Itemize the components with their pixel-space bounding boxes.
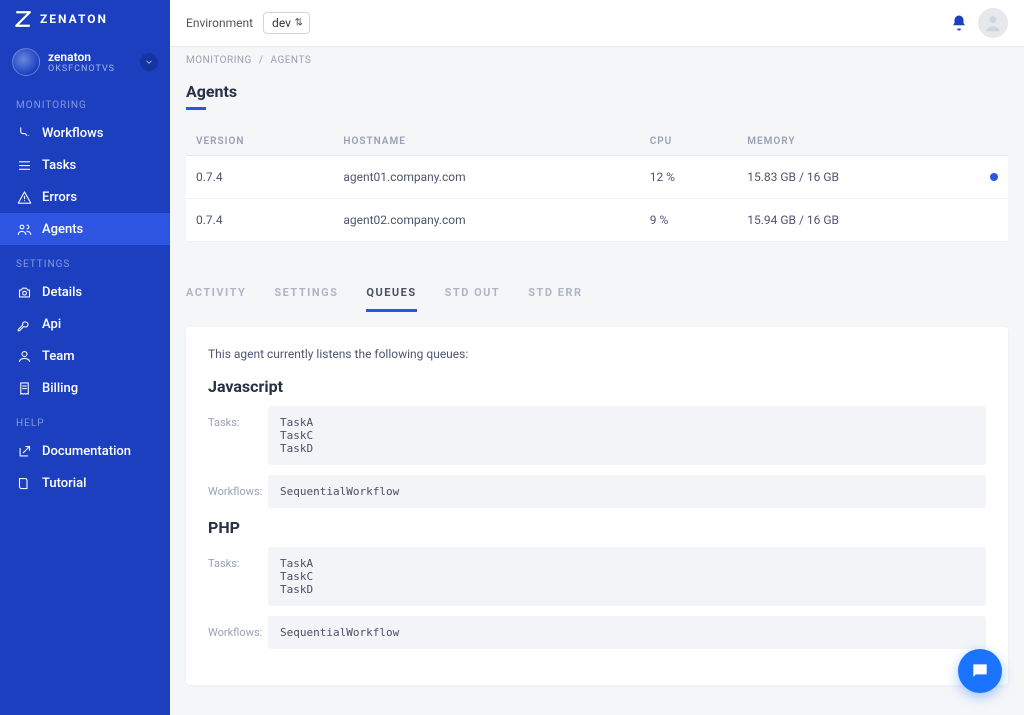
chevron-down-icon xyxy=(140,53,158,71)
queues-card: This agent currently listens the followi… xyxy=(186,327,1008,685)
tab-stdout[interactable]: STD OUT xyxy=(445,276,501,312)
queues-language-title: Javascript xyxy=(208,377,986,396)
queues-tasks-box: TaskA TaskC TaskD xyxy=(268,406,986,465)
select-caret-icon: ⇅ xyxy=(295,18,303,29)
branch-icon xyxy=(16,125,32,141)
sidebar-item-details[interactable]: Details xyxy=(0,276,170,308)
people-icon xyxy=(16,348,32,364)
sidebar-item-team[interactable]: Team xyxy=(0,340,170,372)
env-select[interactable]: dev ⇅ xyxy=(263,12,310,34)
queues-row-label: Tasks: xyxy=(208,547,252,570)
users-icon xyxy=(16,221,32,237)
table-header: VERSION xyxy=(186,128,333,156)
table-row[interactable]: 0.7.4 agent02.company.com 9 % 15.94 GB /… xyxy=(186,199,1008,242)
sidebar-item-label: Agents xyxy=(42,222,83,237)
tab-settings[interactable]: SETTINGS xyxy=(274,276,338,312)
sidebar-item-label: Api xyxy=(42,317,61,332)
breadcrumb-item[interactable]: MONITORING xyxy=(186,55,252,66)
agents-table: VERSIONHOSTNAMECPUMEMORY 0.7.4 agent01.c… xyxy=(186,128,1008,242)
table-header: MEMORY xyxy=(737,128,978,156)
queues-intro: This agent currently listens the followi… xyxy=(208,347,986,361)
sidebar-item-label: Documentation xyxy=(42,444,131,459)
cell-status xyxy=(978,156,1008,199)
org-name: zenaton xyxy=(48,50,132,64)
env-select-value: dev xyxy=(272,16,291,30)
org-slug: OKSFCNOTVS xyxy=(48,64,132,74)
cell-version: 0.7.4 xyxy=(186,199,333,242)
tab-queues[interactable]: QUEUES xyxy=(366,276,416,312)
cell-version: 0.7.4 xyxy=(186,156,333,199)
table-row[interactable]: 0.7.4 agent01.company.com 12 % 15.83 GB … xyxy=(186,156,1008,199)
sidebar-item-tutorial[interactable]: Tutorial xyxy=(0,467,170,499)
chat-fab[interactable] xyxy=(958,649,1002,693)
sidebar-item-label: Details xyxy=(42,285,82,300)
tab-stderr[interactable]: STD ERR xyxy=(528,276,582,312)
table-header: HOSTNAME xyxy=(333,128,639,156)
breadcrumb-separator: / xyxy=(259,55,264,66)
nav-section-label: MONITORING xyxy=(0,86,170,117)
user-avatar[interactable] xyxy=(978,8,1008,38)
sidebar-item-label: Errors xyxy=(42,190,77,205)
sidebar: ZENATON zenaton OKSFCNOTVS MONITORING Wor… xyxy=(0,0,170,715)
sidebar-item-label: Workflows xyxy=(42,126,103,141)
queues-tasks-box: TaskA TaskC TaskD xyxy=(268,547,986,606)
sidebar-item-workflows[interactable]: Workflows xyxy=(0,117,170,149)
nav-section-label: SETTINGS xyxy=(0,245,170,276)
sidebar-item-label: Tutorial xyxy=(42,476,86,491)
queues-workflows-box: SequentialWorkflow xyxy=(268,616,986,649)
notifications-bell-icon[interactable] xyxy=(950,14,968,32)
cell-hostname: agent01.company.com xyxy=(333,156,639,199)
status-dot-icon xyxy=(990,173,998,181)
nav-section-label: HELP xyxy=(0,404,170,435)
sidebar-item-errors[interactable]: Errors xyxy=(0,181,170,213)
cell-status xyxy=(978,199,1008,242)
zenaton-logo-icon xyxy=(14,10,32,28)
queues-row-label: Tasks: xyxy=(208,406,252,429)
org-avatar-icon xyxy=(12,48,40,76)
key-icon xyxy=(16,316,32,332)
sidebar-item-label: Billing xyxy=(42,381,78,396)
brand-logo[interactable]: ZENATON xyxy=(0,0,170,38)
detail-tabs: ACTIVITY SETTINGS QUEUES STD OUT STD ERR xyxy=(186,276,1008,313)
camera-icon xyxy=(16,284,32,300)
brand-name: ZENATON xyxy=(40,12,108,26)
sidebar-item-label: Team xyxy=(42,349,75,364)
org-switcher[interactable]: zenaton OKSFCNOTVS xyxy=(0,38,170,86)
title-underline xyxy=(186,107,206,110)
list-icon xyxy=(16,157,32,173)
sidebar-item-agents[interactable]: Agents xyxy=(0,213,170,245)
chat-icon xyxy=(970,661,990,681)
cell-memory: 15.83 GB / 16 GB xyxy=(737,156,978,199)
queues-row-label: Workflows: xyxy=(208,475,252,498)
sidebar-item-tasks[interactable]: Tasks xyxy=(0,149,170,181)
receipt-icon xyxy=(16,380,32,396)
table-header: CPU xyxy=(640,128,737,156)
sidebar-item-billing[interactable]: Billing xyxy=(0,372,170,404)
queues-workflows-box: SequentialWorkflow xyxy=(268,475,986,508)
breadcrumb-item[interactable]: AGENTS xyxy=(270,55,311,66)
sidebar-item-label: Tasks xyxy=(42,158,76,173)
queues-language-title: PHP xyxy=(208,518,986,537)
breadcrumb: MONITORING / AGENTS xyxy=(170,47,1024,74)
cell-cpu: 12 % xyxy=(640,156,737,199)
book-icon xyxy=(16,475,32,491)
cell-cpu: 9 % xyxy=(640,199,737,242)
sidebar-item-api[interactable]: Api xyxy=(0,308,170,340)
main-area: Environment dev ⇅ MONITORING / AGENTS Ag… xyxy=(170,0,1024,715)
page-title: Agents xyxy=(186,82,1008,101)
warning-icon xyxy=(16,189,32,205)
queues-row-label: Workflows: xyxy=(208,616,252,639)
tab-activity[interactable]: ACTIVITY xyxy=(186,276,246,312)
sidebar-nav: MONITORING Workflows Tasks Errors Agents SETT… xyxy=(0,86,170,499)
external-icon xyxy=(16,443,32,459)
env-label: Environment xyxy=(186,16,253,30)
cell-hostname: agent02.company.com xyxy=(333,199,639,242)
topbar: Environment dev ⇅ xyxy=(170,0,1024,47)
sidebar-item-documentation[interactable]: Documentation xyxy=(0,435,170,467)
cell-memory: 15.94 GB / 16 GB xyxy=(737,199,978,242)
